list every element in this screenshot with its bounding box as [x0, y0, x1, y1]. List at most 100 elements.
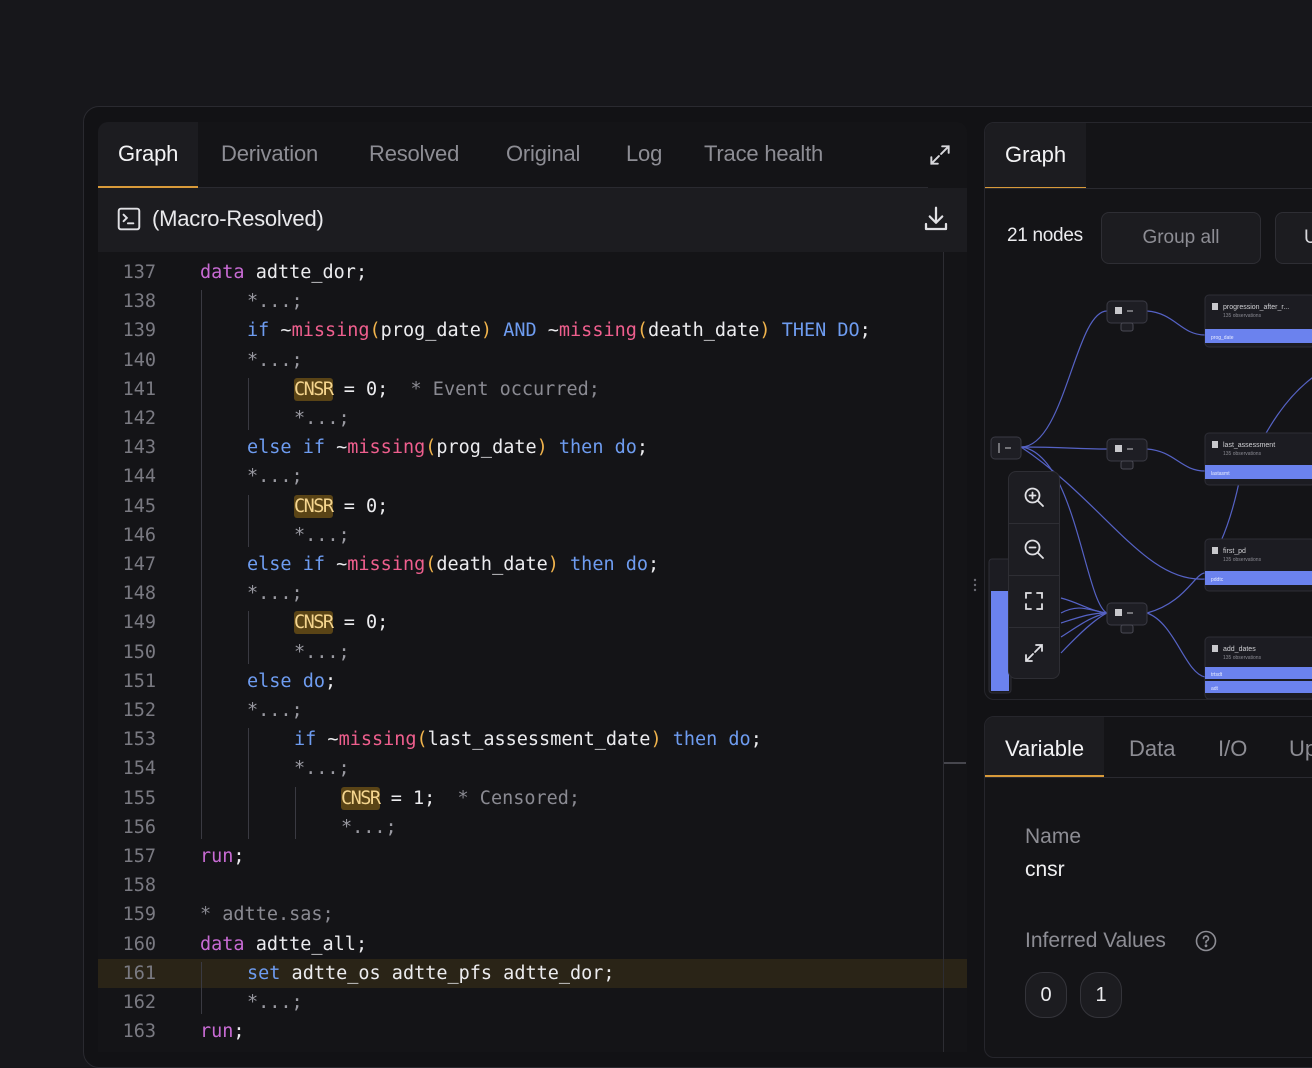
code-line[interactable]: 143 else if ~missing(prog_date) then do; [98, 433, 967, 462]
code-line[interactable]: 139 if ~missing(prog_date) AND ~missing(d… [98, 316, 967, 345]
dataset-node[interactable]: progression_after_r... 135 observations … [1204, 294, 1312, 348]
dataset-node-label: first_pd [1223, 548, 1246, 555]
line-number: 152 [122, 700, 156, 721]
line-number: 141 [122, 378, 156, 400]
scrollbar-track[interactable] [943, 252, 944, 1052]
code-line[interactable]: 142 *...; [98, 404, 967, 433]
code-text: CNSR = 0; [294, 611, 389, 635]
panel-splitter[interactable] [972, 575, 978, 595]
tab-data[interactable]: Data [1129, 717, 1175, 775]
ungroup-button[interactable]: U [1275, 212, 1312, 264]
code-text: else do; [247, 670, 337, 692]
dataset-node[interactable]: first_pd 135 observations pddtc [1204, 538, 1312, 592]
code-text: *...; [247, 700, 303, 721]
code-line[interactable]: 138 *...; [98, 287, 967, 316]
source-node[interactable] [990, 436, 1022, 460]
dataset-row-label: trtsdt [1211, 672, 1223, 678]
value-chip[interactable]: 0 [1025, 972, 1067, 1018]
code-line[interactable]: 137 data adtte_dor; [98, 258, 967, 287]
line-number: 162 [122, 992, 156, 1013]
line-number: 157 [122, 846, 156, 867]
code-line[interactable]: 157 run; [98, 842, 967, 871]
code-line[interactable]: 149 CNSR = 0; [98, 608, 967, 637]
variable-name: cnsr [1025, 858, 1065, 881]
code-line[interactable]: 163 run; [98, 1017, 967, 1046]
transform-node[interactable] [1106, 438, 1148, 470]
code-line[interactable]: 145 CNSR = 0; [98, 492, 967, 521]
code-line[interactable]: 144 *...; [98, 462, 967, 491]
tab-trace-health[interactable]: Trace health [704, 122, 823, 186]
line-number: 148 [122, 583, 156, 605]
tab-io[interactable]: I/O [1218, 717, 1247, 775]
code-line[interactable]: 151 else do; [98, 667, 967, 696]
value-chip[interactable]: 1 [1080, 972, 1122, 1018]
expand-icon[interactable] [927, 142, 953, 168]
code-line[interactable]: 150 *...; [98, 638, 967, 667]
code-line[interactable]: 140 *...; [98, 346, 967, 375]
fullscreen-icon[interactable] [1009, 628, 1059, 679]
tab-original[interactable]: Original [506, 122, 580, 186]
indent-guide [295, 786, 296, 839]
tab-up[interactable]: Up [1289, 717, 1312, 775]
indent-guide [248, 377, 249, 431]
dataset-row-label: prog_date [1211, 335, 1234, 341]
tab-derivation[interactable]: Derivation [221, 122, 318, 186]
variable-panel: Variable Data I/O Up Name cnsr Inferred … [984, 716, 1312, 1058]
line-number: 146 [122, 524, 156, 546]
code-line[interactable]: 154 *...; [98, 754, 967, 783]
code-text: *...; [341, 816, 397, 838]
indent-guide [248, 494, 249, 547]
tab-resolved[interactable]: Resolved [369, 122, 459, 186]
code-line[interactable]: 152 *...; [98, 696, 967, 725]
code-line[interactable]: 141 CNSR = 0; * Event occurred; [98, 375, 967, 404]
dataset-row-label: pddtc [1211, 577, 1224, 583]
fit-view-icon[interactable] [1009, 576, 1059, 627]
indent-guide [201, 290, 202, 839]
graph-edge [1020, 310, 1108, 448]
line-number: 154 [122, 758, 156, 780]
transform-node[interactable] [1106, 602, 1148, 634]
tab-divider [985, 777, 1312, 778]
transform-node[interactable] [1106, 300, 1148, 332]
dataset-node[interactable]: add_dates 135 observations trtsdt adt [1204, 636, 1312, 699]
code-line[interactable]: 162 *...; [98, 988, 967, 1017]
download-icon[interactable] [921, 204, 951, 234]
line-number: 147 [122, 554, 156, 575]
dataset-row-label: lastasmt [1211, 471, 1230, 477]
help-icon[interactable] [1194, 929, 1218, 953]
line-number: 143 [122, 437, 156, 459]
code-text: data adtte_dor; [200, 262, 368, 283]
code-text: CNSR = 0; [294, 494, 389, 518]
line-number: 140 [122, 349, 156, 371]
line-number: 149 [122, 612, 156, 634]
zoom-out-icon[interactable] [1009, 524, 1059, 575]
code-panel: Graph Derivation Resolved Original Log T… [98, 122, 967, 1052]
code-line[interactable]: 161 set adtte_os adtte_pfs adtte_dor; [98, 958, 967, 988]
code-line[interactable]: 156 *...; [98, 813, 967, 842]
code-line[interactable]: 159 * adtte.sas; [98, 900, 967, 929]
code-line[interactable]: 160 data adtte_all; [98, 930, 967, 959]
code-line[interactable]: 147 else if ~missing(death_date) then do; [98, 550, 967, 579]
tab-graph-view[interactable]: Graph [985, 123, 1087, 189]
code-text: set adtte_os adtte_pfs adtte_dor; [247, 962, 615, 984]
tab-log[interactable]: Log [626, 122, 662, 186]
tab-variable[interactable]: Variable [985, 717, 1105, 777]
code-line[interactable]: 153 if ~missing(last_assessment_date) the… [98, 725, 967, 754]
code-editor[interactable]: 137 data adtte_dor; 138 *...; 139 if ~missing… [98, 258, 967, 1052]
zoom-in-icon[interactable] [1009, 472, 1059, 523]
code-line[interactable]: 155 CNSR = 1; * Censored; [98, 784, 967, 813]
code-line[interactable]: 158 [98, 871, 967, 900]
graph-edge [1020, 446, 1108, 450]
tab-graph[interactable]: Graph [98, 122, 199, 188]
scrollbar-thumb[interactable] [944, 762, 966, 764]
code-line[interactable]: 146 *...; [98, 521, 967, 550]
line-number: 145 [122, 495, 156, 517]
code-line[interactable]: 148 *...; [98, 579, 967, 608]
line-number: 155 [122, 787, 156, 809]
dataset-node[interactable]: last_assessment 135 observations lastasm… [1204, 432, 1312, 486]
line-number: 161 [122, 962, 156, 984]
code-text: else if ~missing(prog_date) then do; [247, 437, 649, 459]
line-number: 138 [122, 291, 156, 313]
nodes-count: 21 nodes [1007, 225, 1083, 246]
group-all-button[interactable]: Group all [1101, 212, 1261, 264]
